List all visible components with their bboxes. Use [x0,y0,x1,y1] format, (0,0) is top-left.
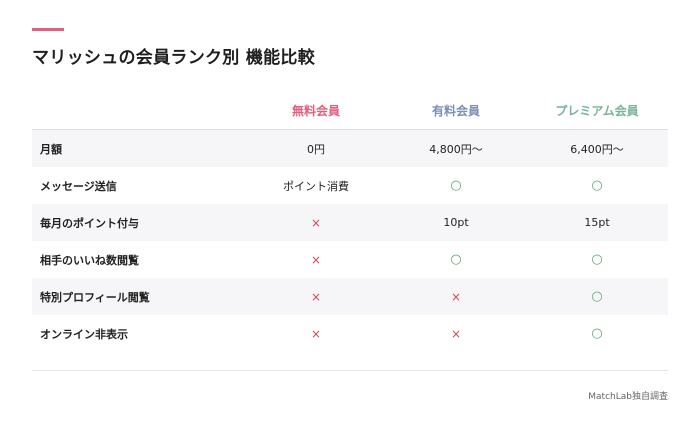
table-row: 相手のいいね数閲覧 × ○ ○ [32,241,668,278]
table-row: 月額 0円 4,800円〜 6,400円〜 [32,130,668,167]
paid-value: ○ [450,252,462,267]
page-title: マリッシュの会員ランク別 機能比較 [32,48,316,68]
free-value: ポイント消費 [283,179,349,193]
paid-value: 10pt [443,216,469,229]
premium-value: 15pt [584,216,610,229]
paid-value: × [450,289,462,304]
table-row: メッセージ送信 ポイント消費 ○ ○ [32,167,668,204]
free-value: × [310,252,322,267]
source-note: MatchLab独自調査 [588,392,668,402]
free-value: × [310,289,322,304]
feature-label: オンライン非表示 [40,327,128,341]
paid-value: 4,800円〜 [429,142,483,156]
header-free-member: 無料会員 [291,104,340,118]
paid-value: × [450,326,462,341]
feature-label: 特別プロフィール閲覧 [40,290,150,304]
free-value: × [310,215,322,230]
free-value: 0円 [307,142,325,156]
table-header-row: 無料会員 有料会員 プレミアム会員 [32,92,668,130]
table-row: 毎月のポイント付与 × 10pt 15pt [32,204,668,241]
feature-label: 毎月のポイント付与 [40,216,139,230]
comparison-table: 無料会員 有料会員 プレミアム会員 月額 0円 4,800円〜 6,400円〜 … [32,92,668,352]
table-row: 特別プロフィール閲覧 × × ○ [32,278,668,315]
premium-value: ○ [591,289,603,304]
free-value: × [310,326,322,341]
header-premium-member: プレミアム会員 [555,104,639,118]
paid-value: ○ [450,178,462,193]
premium-value: 6,400円〜 [570,142,624,156]
title-accent-bar [32,28,64,31]
feature-label: メッセージ送信 [40,179,117,193]
header-paid-member: 有料会員 [431,104,480,118]
premium-value: ○ [591,326,603,341]
table-row: オンライン非表示 × × ○ [32,315,668,352]
premium-value: ○ [591,252,603,267]
premium-value: ○ [591,178,603,193]
feature-label: 相手のいいね数閲覧 [40,253,139,267]
feature-label: 月額 [40,142,62,156]
bottom-divider [32,370,668,371]
